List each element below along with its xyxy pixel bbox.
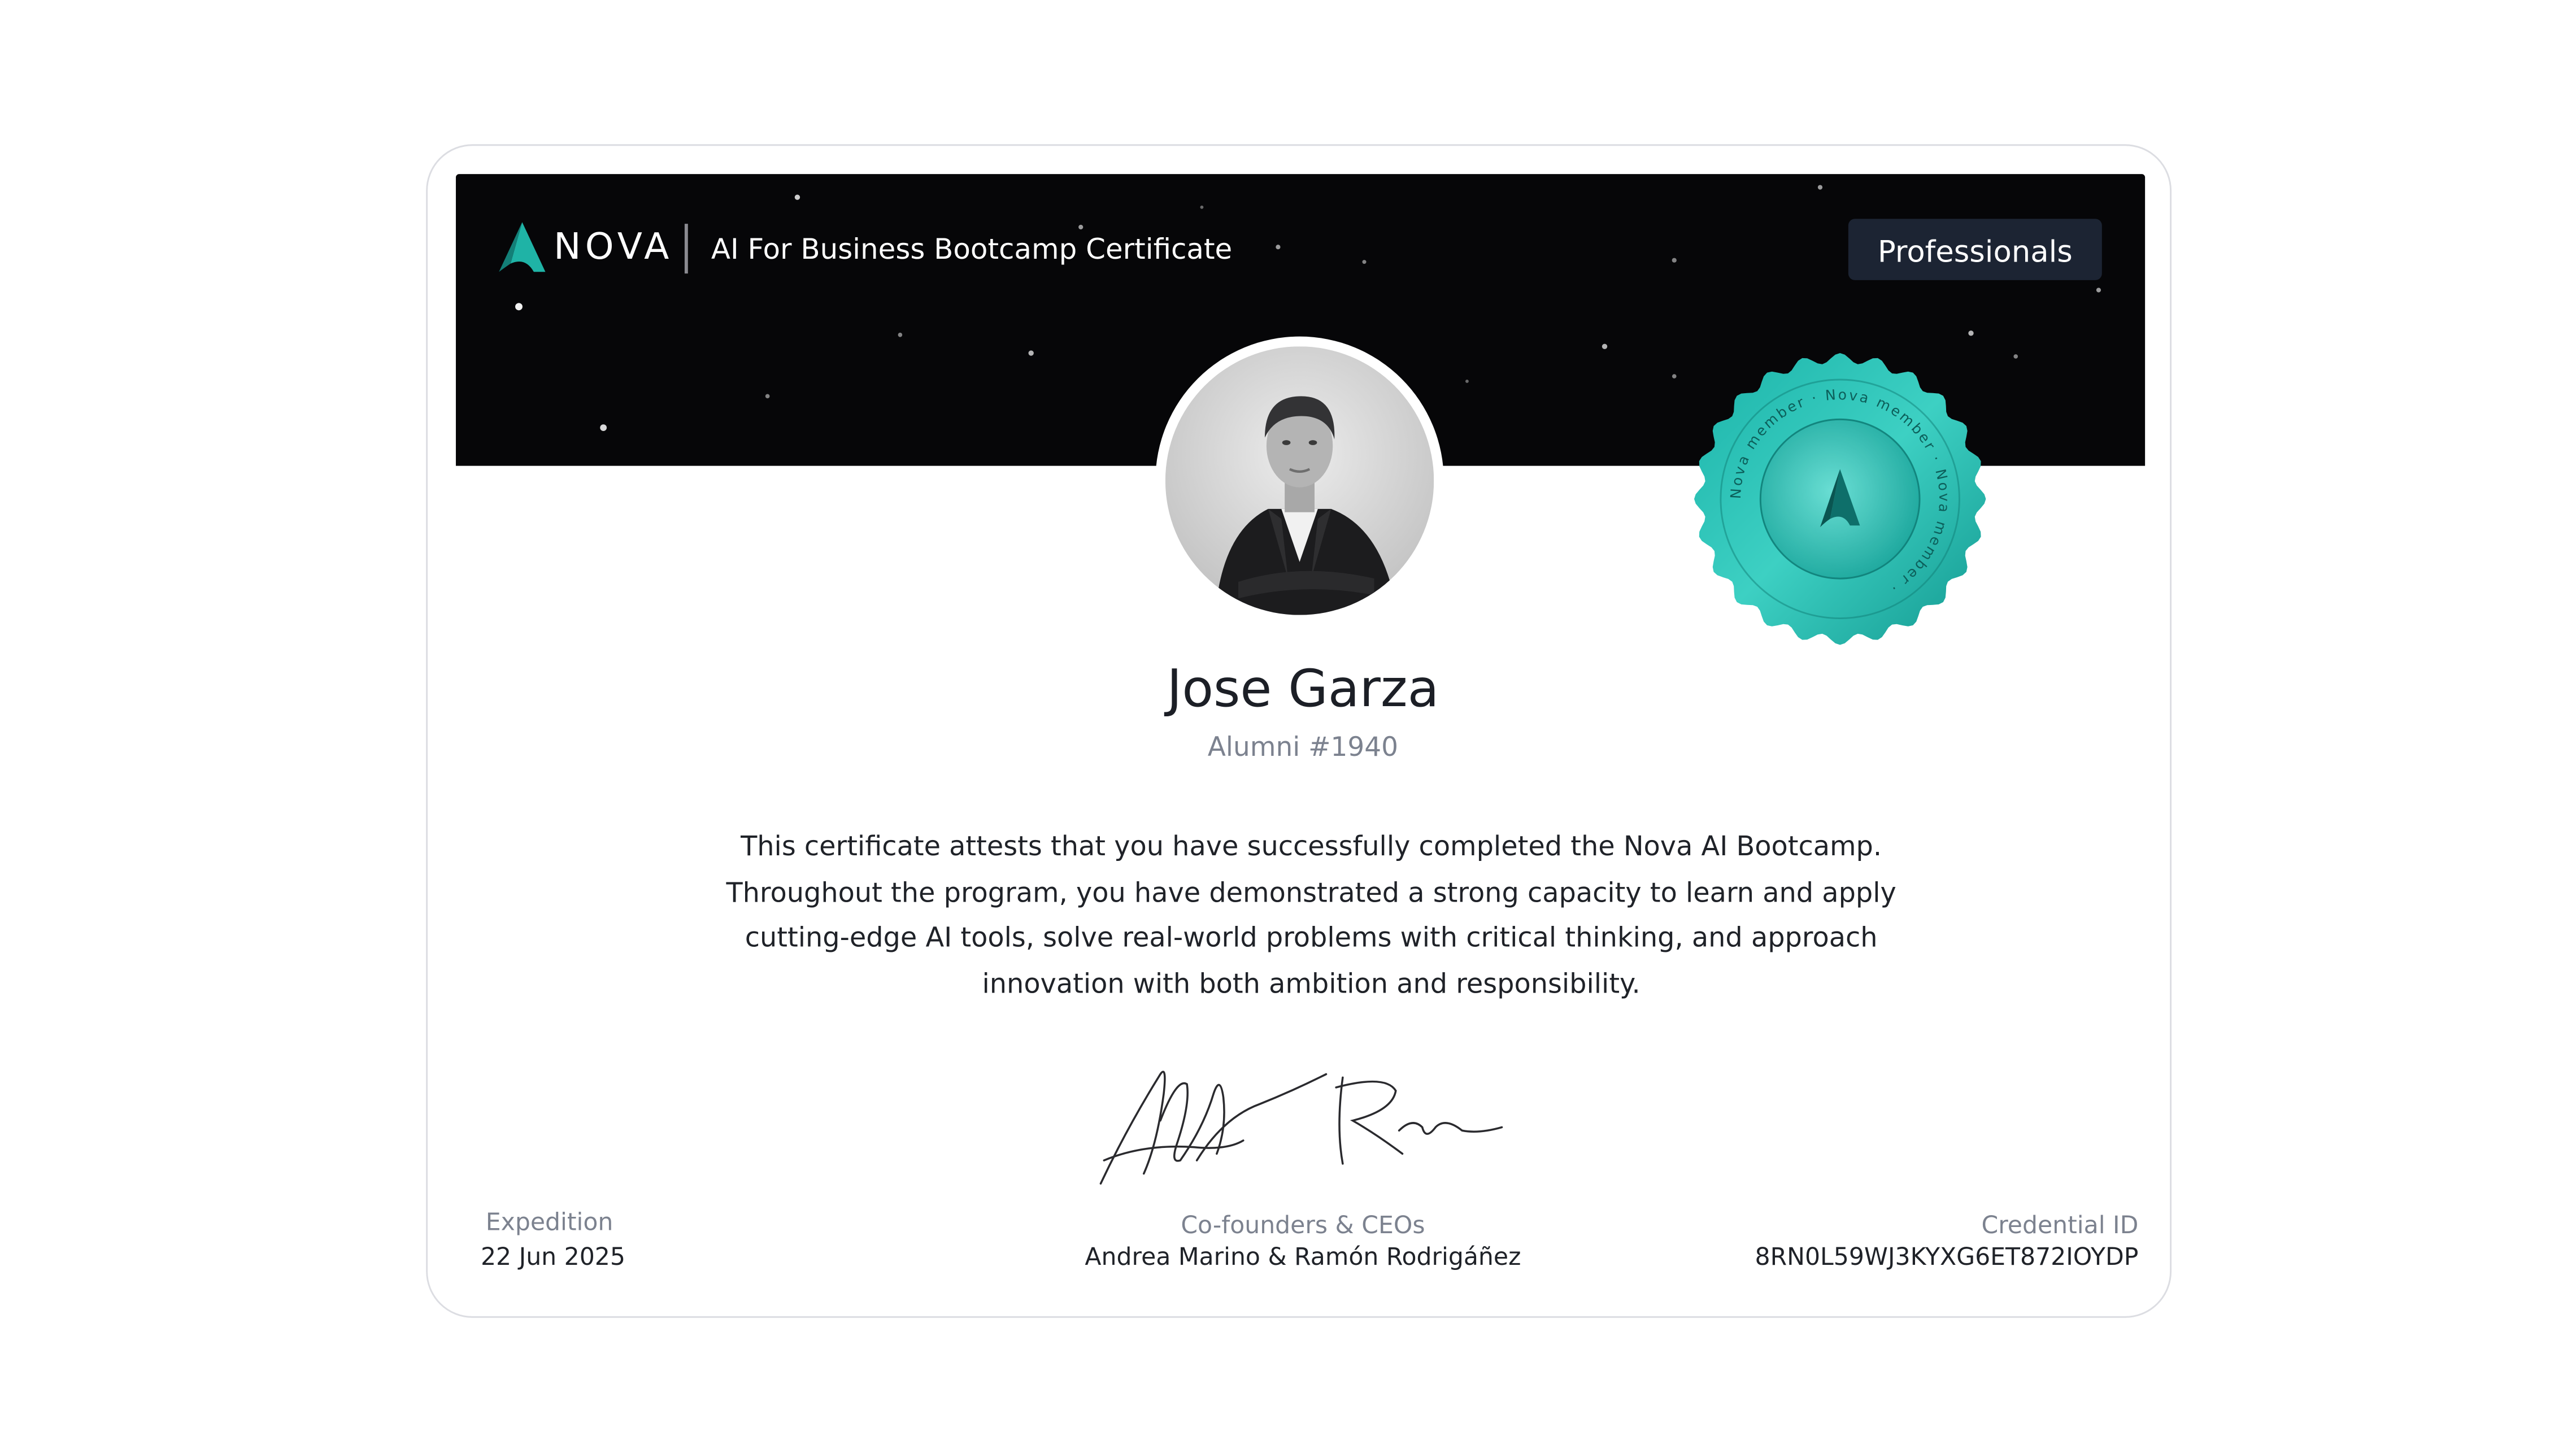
nova-member-seal: Nova member · Nova member · Nova member … xyxy=(1694,353,1986,645)
expedition-label: Expedition xyxy=(485,1210,613,1237)
credential-id[interactable]: 8RN0L59WJ3KYXG6ET872IOYDP xyxy=(1755,1242,2139,1275)
certificate-statement: This certificate attests that you have s… xyxy=(726,830,1896,999)
certificate-page: NOVA AI For Business Bootcamp Certificat… xyxy=(0,0,2576,1449)
nova-logo-icon xyxy=(499,222,546,272)
expedition-date: 22 Jun 2025 xyxy=(480,1245,625,1272)
credential-label: Credential ID xyxy=(1981,1213,2139,1240)
ceo-signatures xyxy=(1099,1071,1503,1185)
signers-label: Co-founders & CEOs xyxy=(1181,1213,1425,1240)
brand-name: NOVA xyxy=(554,227,673,269)
recipient-name: Jose Garza xyxy=(1167,659,1439,720)
signers-names: Andrea Marino & Ramón Rodrigáñez xyxy=(1085,1245,1521,1272)
tier-badge: Professionals xyxy=(1848,219,2102,280)
certificate-title: AI For Business Bootcamp Certificate xyxy=(711,233,1233,267)
recipient-avatar xyxy=(1155,336,1444,625)
header-divider xyxy=(684,224,687,274)
recipient-photo xyxy=(1165,346,1434,615)
alumni-number: Alumni #1940 xyxy=(1207,731,1399,763)
